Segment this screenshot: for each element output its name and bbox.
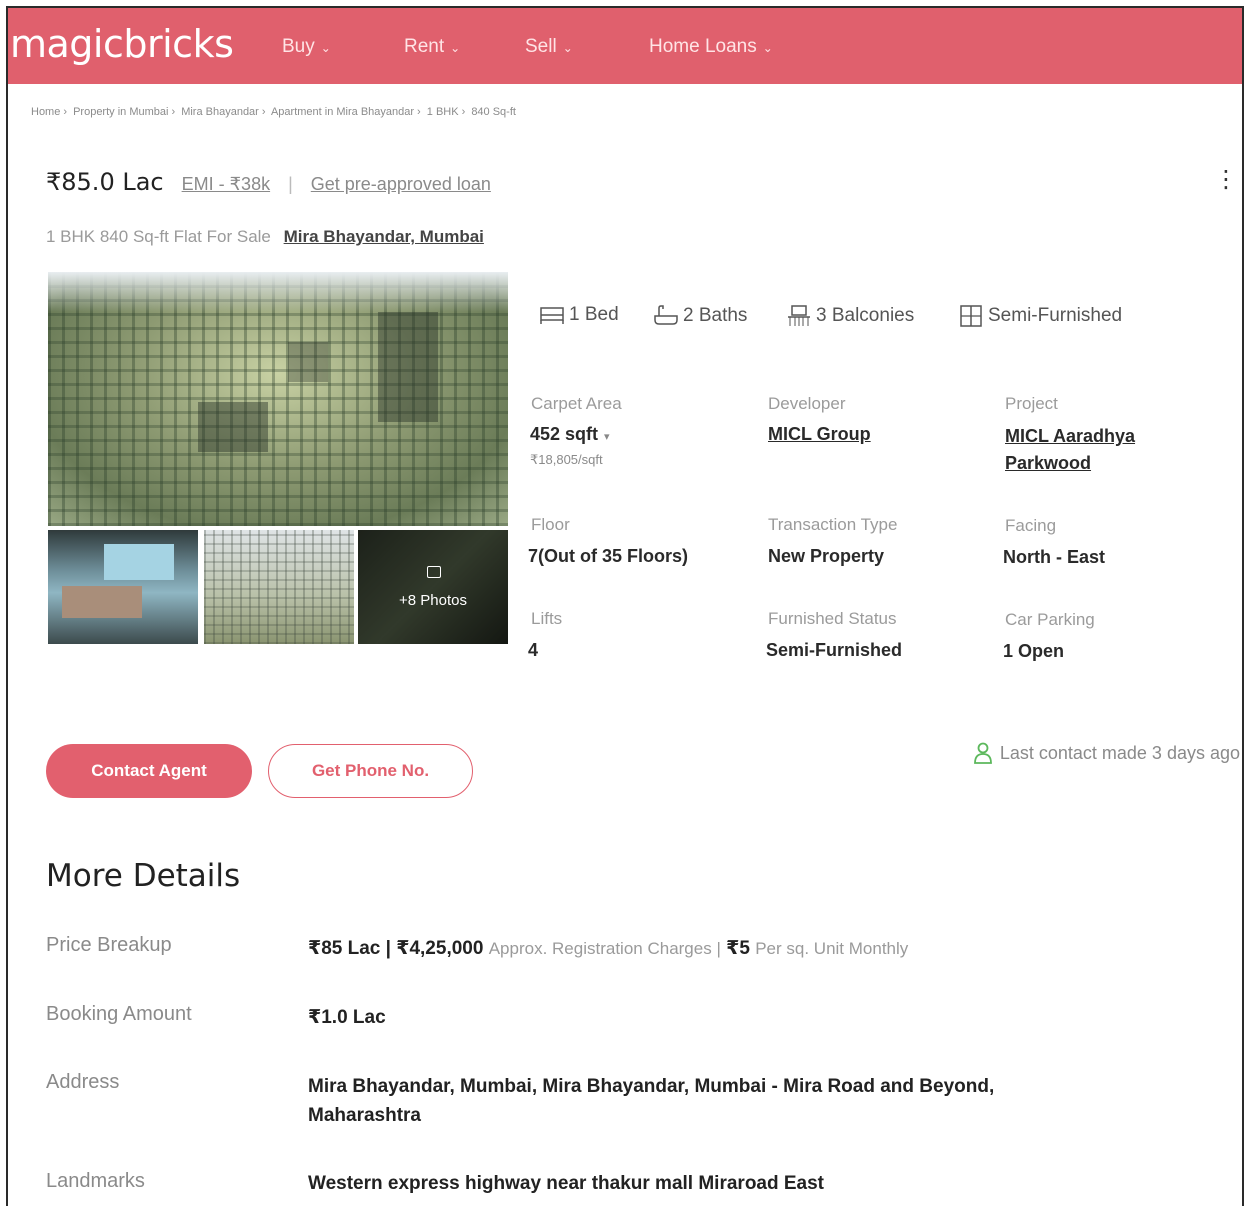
amenity-balconies-label: 3 Balconies (816, 305, 915, 326)
nav-buy[interactable]: Buy ⌄ (282, 36, 331, 58)
balcony-icon (788, 305, 810, 326)
photo-thumbnail-bedroom[interactable] (48, 530, 198, 644)
photo-thumbnail-building[interactable] (204, 530, 354, 644)
get-phone-button[interactable]: Get Phone No. (268, 744, 473, 798)
breadcrumb-home[interactable]: Home (31, 106, 60, 118)
caret-down-icon: ▾ (604, 431, 610, 443)
booking-amount-value: ₹1.0 Lac (308, 1007, 386, 1028)
address-label: Address (46, 1071, 120, 1093)
breadcrumb-apartment[interactable]: Apartment in Mira Bhayandar (271, 106, 414, 118)
breadcrumb-bhk[interactable]: 1 BHK (427, 106, 459, 118)
more-details-title: More Details (46, 858, 241, 894)
user-icon (973, 742, 992, 764)
facing-value: North - East (1003, 547, 1106, 567)
developer-link[interactable]: MICL Group (768, 424, 871, 445)
bathtub-icon (654, 305, 678, 325)
address-line-1: Mira Bhayandar, Mumbai, Mira Bhayandar, … (308, 1076, 995, 1097)
furnished-status-label: Furnished Status (768, 609, 897, 628)
price-breakup-amount: ₹85 Lac | ₹4,25,000 (308, 938, 484, 959)
divider: | (288, 174, 293, 194)
magicbricks-logo[interactable]: magicbricks (10, 22, 234, 66)
nav-home-loans[interactable]: Home Loans ⌄ (649, 36, 773, 58)
breadcrumb-mira-bhayandar[interactable]: Mira Bhayandar (181, 106, 259, 118)
amenity-furnishing: Semi-Furnished (958, 304, 1122, 328)
nav-rent-label: Rent (404, 36, 445, 57)
nav-buy-label: Buy (282, 36, 315, 57)
emi-link[interactable]: EMI - ₹38k (182, 174, 270, 195)
nav-sell-label: Sell (525, 36, 557, 57)
listing-summary: 1 BHK 840 Sq-ft Flat For Sale (46, 227, 271, 246)
chevron-down-icon: ⌄ (562, 41, 573, 55)
amenity-bed: 1 Bed (539, 304, 619, 326)
lifts-value: 4 (528, 640, 539, 660)
last-contact-text: Last contact made 3 days ago (999, 742, 1240, 763)
amenity-baths: 2 Baths (653, 304, 747, 328)
chevron-down-icon: ⌄ (762, 41, 773, 55)
carpet-area-text: 452 sqft (530, 424, 599, 444)
project-link-line2[interactable]: Parkwood (1005, 453, 1091, 474)
listing-location-link[interactable]: Mira Bhayandar, Mumbai (284, 227, 484, 246)
page-frame: magicbricks Buy ⌄ Rent ⌄ Sell ⌄ Home Loa… (6, 6, 1244, 1206)
breadcrumb: Home › Property in Mumbai › Mira Bhayandar… (31, 106, 516, 118)
carpet-area-rate: ₹18,805/sqft (530, 452, 603, 467)
carpet-area-label: Carpet Area (531, 394, 622, 413)
facing-label: Facing (1005, 516, 1057, 535)
amenity-baths-label: 2 Baths (683, 305, 748, 326)
furnished-status-value: Semi-Furnished (766, 640, 903, 660)
car-parking-label: Car Parking (1005, 610, 1095, 629)
photo-thumbnail-more[interactable]: +8 Photos (358, 530, 508, 644)
amenity-bed-label: 1 Bed (569, 304, 619, 325)
preapproved-loan-link[interactable]: Get pre-approved loan (311, 174, 491, 195)
last-contact-info: Last contact made 3 days ago (973, 742, 1240, 764)
maintenance-note: Per sq. Unit Monthly (755, 939, 909, 958)
amenity-furnishing-label: Semi-Furnished (988, 305, 1123, 326)
developer-label: Developer (768, 394, 846, 413)
nav-sell[interactable]: Sell ⌄ (525, 36, 573, 58)
main-property-photo[interactable] (48, 272, 508, 526)
photo-detail (378, 312, 438, 422)
nav-home-loans-label: Home Loans (649, 36, 757, 57)
photo-sky (48, 272, 508, 312)
bed-icon (540, 307, 564, 324)
booking-amount-label: Booking Amount (46, 1003, 192, 1025)
breadcrumb-size: 840 Sq-ft (471, 106, 516, 118)
lifts-label: Lifts (531, 609, 563, 628)
photo-detail (62, 586, 142, 618)
contact-agent-button[interactable]: Contact Agent (46, 744, 252, 798)
more-photos-count: +8 Photos (399, 592, 467, 609)
transaction-type-label: Transaction Type (768, 515, 898, 534)
price-breakup-label: Price Breakup (46, 934, 172, 956)
transaction-type-value: New Property (768, 546, 885, 566)
landmarks-value: Western express highway near thakur mall… (308, 1173, 825, 1194)
chevron-down-icon: ⌄ (450, 41, 461, 55)
amenity-balconies: 3 Balconies (786, 304, 914, 328)
photo-detail (198, 402, 268, 452)
photo-overlay (358, 530, 508, 644)
maintenance-amount: ₹5 (726, 938, 750, 959)
carpet-area-value[interactable]: 452 sqft ▾ (530, 424, 610, 445)
landmarks-label: Landmarks (46, 1170, 145, 1192)
photo-detail (288, 342, 328, 382)
listing-price: ₹85.0 Lac (46, 168, 164, 196)
floor-value: 7(Out of 35 Floors) (528, 546, 689, 566)
gallery-icon (427, 566, 441, 578)
price-row: ₹85.0 Lac EMI - ₹38k | Get pre-approved … (46, 168, 491, 196)
breadcrumb-property-in-mumbai[interactable]: Property in Mumbai (73, 106, 168, 118)
listing-subtitle: 1 BHK 840 Sq-ft Flat For Sale Mira Bhaya… (46, 227, 484, 247)
address-line-2: Maharashtra (308, 1105, 421, 1126)
project-link[interactable]: MICL Aaradhya (1005, 426, 1135, 447)
photo-detail (104, 544, 174, 580)
wardrobe-icon (960, 305, 982, 327)
car-parking-value: 1 Open (1003, 641, 1065, 661)
project-label: Project (1005, 394, 1058, 413)
more-options-icon[interactable]: ⋮ (1214, 168, 1238, 192)
top-navigation-bar: magicbricks Buy ⌄ Rent ⌄ Sell ⌄ Home Loa… (8, 8, 1242, 84)
price-breakup-value: ₹85 Lac | ₹4,25,000 Approx. Registration… (308, 937, 908, 960)
registration-note: Approx. Registration Charges | (488, 939, 721, 958)
chevron-down-icon: ⌄ (320, 41, 331, 55)
floor-label: Floor (531, 515, 570, 534)
nav-rent[interactable]: Rent ⌄ (404, 36, 460, 58)
